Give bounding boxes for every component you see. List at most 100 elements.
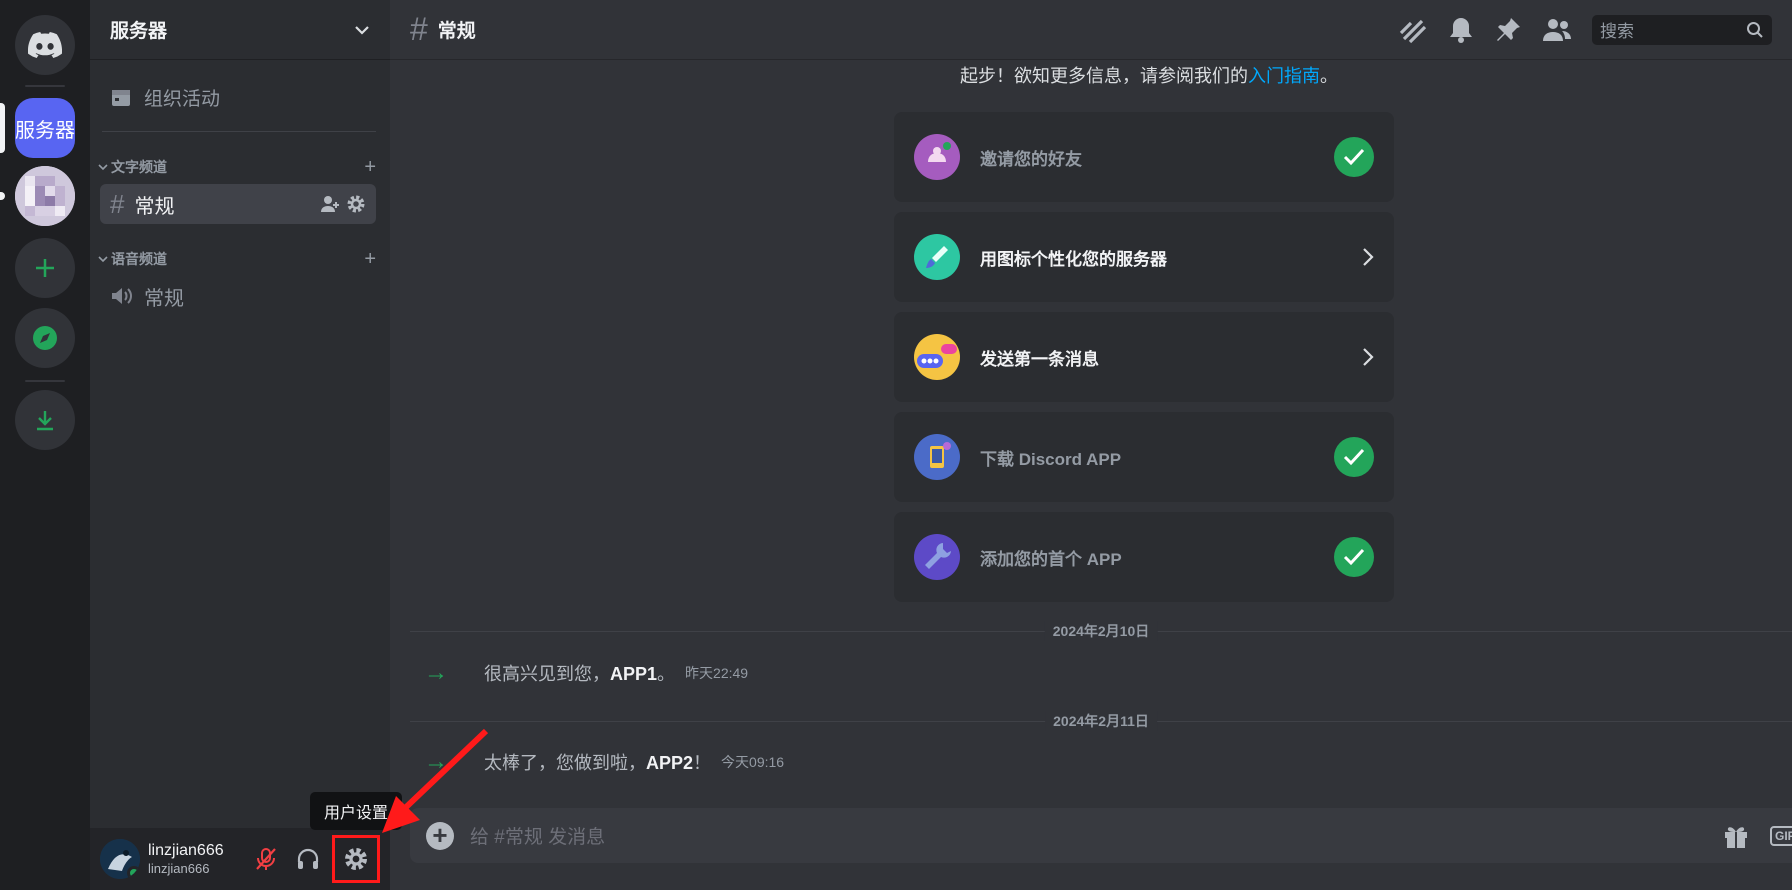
voice-channels-category[interactable]: 语音频道 + <box>98 248 376 270</box>
download-apps-button[interactable] <box>15 390 75 450</box>
sidebar-divider <box>102 131 376 132</box>
discord-logo-icon <box>28 32 62 58</box>
invite-friends-icon <box>914 134 960 180</box>
channel-header: # 常规 搜索 <box>390 0 1792 60</box>
pixelated-server-icon <box>15 166 75 226</box>
pin-icon[interactable] <box>1494 16 1522 44</box>
join-arrow-icon: → <box>424 659 448 686</box>
server-button-pixelated[interactable] <box>15 166 75 226</box>
message-timestamp: 昨天22:49 <box>685 665 749 681</box>
message-end: ！ <box>693 753 712 773</box>
intro-text: 起步！欲知更多信息，请参阅我们的 <box>960 66 1248 86</box>
wrench-icon <box>914 534 960 580</box>
hash-icon: # <box>110 188 125 219</box>
calendar-icon <box>112 90 130 106</box>
channel-title: 常规 <box>437 21 476 42</box>
checklist-label: 下载 Discord APP <box>980 449 1122 469</box>
search-icon <box>1747 21 1763 38</box>
events-label: 组织活动 <box>144 88 221 110</box>
members-icon[interactable] <box>1542 17 1572 43</box>
checklist-card-first-message[interactable]: 发送第一条消息 <box>894 312 1394 402</box>
unread-indicator <box>0 192 5 200</box>
member-name[interactable]: APP2 <box>646 753 693 773</box>
user-panel: linzjian666 linzjian666 <box>90 828 390 890</box>
create-voice-channel-plus-icon[interactable]: + <box>364 248 376 271</box>
divider-date: 2024年2月11日 <box>1045 711 1157 731</box>
events-link[interactable]: 组织活动 <box>110 78 376 116</box>
microphone-muted-icon <box>256 848 276 870</box>
user-settings-button[interactable] <box>332 835 380 883</box>
message-composer[interactable]: + 给 #常规 发消息 GIF <box>410 808 1792 863</box>
gif-button[interactable]: GIF <box>1770 825 1792 846</box>
text-channels-category[interactable]: 文字频道 + <box>98 156 376 178</box>
download-icon <box>37 411 53 431</box>
date-divider: 2024年2月10日 <box>410 621 1792 641</box>
gear-icon[interactable] <box>346 194 366 214</box>
system-message: → 太棒了，您做到啦，APP2！ 今天09:16 <box>424 747 1792 777</box>
discord-home-button[interactable] <box>15 15 75 75</box>
category-label: 语音频道 <box>111 251 167 267</box>
user-display-name: linzjian666 <box>148 841 224 859</box>
gear-icon <box>345 848 367 870</box>
checklist-label: 添加您的首个 APP <box>980 549 1122 569</box>
chevron-down-icon <box>355 25 369 35</box>
rail-divider <box>25 85 65 87</box>
avatar[interactable] <box>100 839 140 879</box>
checklist-label: 发送第一条消息 <box>980 349 1099 369</box>
message-text: 太棒了，您做到啦， <box>484 753 646 773</box>
channel-name: 常规 <box>144 287 184 310</box>
system-message: → 很高兴见到您，APP1。 昨天22:49 <box>424 658 1792 688</box>
divider-date: 2024年2月10日 <box>1044 621 1158 641</box>
channel-name: 常规 <box>134 195 175 218</box>
speaker-icon <box>112 288 132 304</box>
message-input[interactable]: 给 #常规 发消息 <box>470 822 605 849</box>
mute-button[interactable] <box>248 841 284 877</box>
channel-sidebar: 服务器 组织活动 文字频道 + # 常规 语音频道 + 常规 linzjian6… <box>90 0 390 890</box>
checklist-card-add-app[interactable]: 添加您的首个 APP <box>894 512 1394 602</box>
date-divider: 2024年2月11日 <box>410 711 1792 731</box>
invite-member-icon[interactable] <box>320 195 340 213</box>
user-settings-tooltip: 用户设置 <box>310 792 402 830</box>
gift-icon[interactable] <box>1722 822 1750 850</box>
chat-bubble-icon <box>914 334 960 380</box>
headphones-icon <box>297 848 319 869</box>
member-name[interactable]: APP1 <box>610 664 657 684</box>
user-identity[interactable]: linzjian666 linzjian666 <box>148 841 224 877</box>
chevron-down-icon <box>98 164 108 171</box>
chevron-down-icon <box>98 256 108 263</box>
add-server-button[interactable] <box>15 238 75 298</box>
create-text-channel-plus-icon[interactable]: + <box>364 156 376 179</box>
checklist-card-personalize[interactable]: 用图标个性化您的服务器 <box>894 212 1394 302</box>
chevron-right-icon <box>1363 248 1374 266</box>
upload-plus-button[interactable]: + <box>426 820 454 850</box>
channel-item-text-general[interactable]: # 常规 <box>100 184 376 224</box>
channel-item-voice-general[interactable]: 常规 <box>100 276 376 316</box>
server-header[interactable]: 服务器 <box>90 0 390 60</box>
server-rail: 服务器 <box>0 0 90 890</box>
message-text: 很高兴见到您， <box>484 664 610 684</box>
completed-check-icon <box>1334 537 1374 577</box>
chevron-right-icon <box>1363 348 1374 366</box>
checklist-label: 邀请您的好友 <box>980 149 1082 169</box>
checklist-card-download-app[interactable]: 下载 Discord APP <box>894 412 1394 502</box>
compass-icon <box>33 326 57 350</box>
explore-servers-button[interactable] <box>15 308 75 368</box>
server-name: 服务器 <box>110 21 168 42</box>
checklist-card-invite[interactable]: 邀请您的好友 <box>894 112 1394 202</box>
threads-icon[interactable] <box>1398 15 1428 45</box>
deafen-button[interactable] <box>290 841 326 877</box>
search-input[interactable]: 搜索 <box>1592 14 1772 45</box>
completed-check-icon <box>1334 137 1374 177</box>
search-placeholder: 搜索 <box>1600 22 1634 41</box>
bell-icon[interactable] <box>1448 16 1474 44</box>
completed-check-icon <box>1334 437 1374 477</box>
plus-icon <box>36 259 54 277</box>
getting-started-guide-link[interactable]: 入门指南 <box>1248 66 1320 86</box>
rail-divider <box>25 380 65 382</box>
server-button-active[interactable]: 服务器 <box>15 98 75 158</box>
checklist-label: 用图标个性化您的服务器 <box>980 249 1167 269</box>
category-label: 文字频道 <box>111 159 167 175</box>
user-username: linzjian666 <box>148 860 210 876</box>
server-acronym: 服务器 <box>15 119 75 142</box>
discord-app: 服务器 服务器 组织活动 文字频道 + # 常规 语音频道 + 常规 linzj… <box>0 0 1792 890</box>
